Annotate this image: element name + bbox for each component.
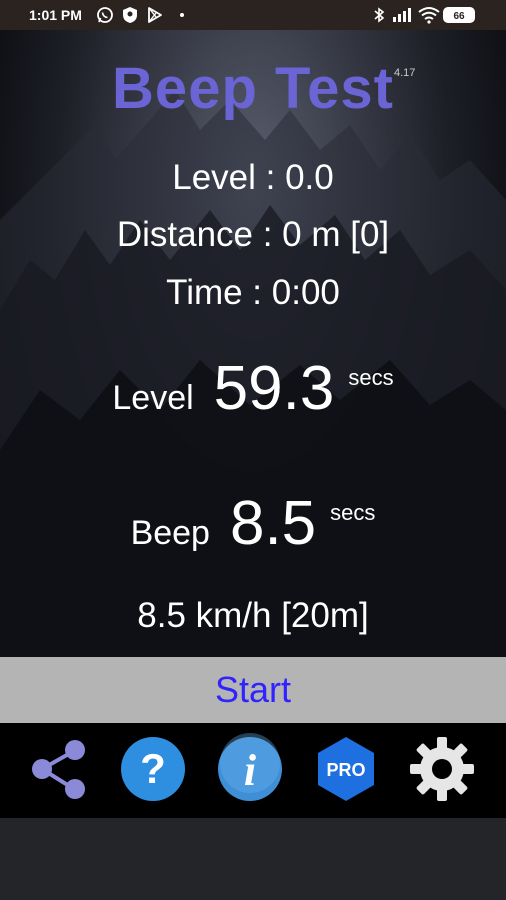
- beep-timer: Beep 8.5 secs: [0, 488, 506, 559]
- notification-dot-icon: [180, 13, 184, 17]
- app-main: Beep Test 4.17 Level : 0.0 Distance : 0 …: [0, 30, 506, 657]
- shield-icon: [123, 7, 137, 23]
- mountain-background: [0, 90, 506, 657]
- bottom-empty-area: [0, 818, 506, 900]
- settings-icon[interactable]: [406, 733, 478, 805]
- level-stat: Level : 0.0: [172, 158, 334, 197]
- status-time: 1:01 PM: [29, 7, 82, 23]
- level-timer-unit: secs: [348, 365, 394, 390]
- pro-label: PRO: [326, 760, 365, 780]
- svg-text:i: i: [244, 746, 257, 795]
- beep-timer-label: Beep: [130, 514, 210, 552]
- bluetooth-icon: [374, 7, 385, 23]
- bottom-toolbar: ? i PRO: [0, 723, 506, 818]
- info-icon[interactable]: i: [214, 733, 286, 805]
- share-icon[interactable]: [22, 733, 94, 805]
- whatsapp-icon: [97, 7, 113, 23]
- app-title: Beep Test: [112, 56, 394, 121]
- beep-timer-value: 8.5: [229, 489, 317, 558]
- status-bar: 1:01 PM 66: [0, 0, 506, 30]
- version-label: 4.17: [394, 67, 416, 79]
- pro-icon[interactable]: PRO: [310, 733, 382, 805]
- play-store-icon: [148, 7, 162, 23]
- speed-readout: 8.5 km/h [20m]: [137, 596, 369, 635]
- level-timer: Level 59.3 secs: [0, 353, 506, 424]
- start-button[interactable]: Start: [0, 657, 506, 723]
- level-timer-value: 59.3: [213, 354, 335, 423]
- time-stat: Time : 0:00: [166, 273, 340, 312]
- help-icon[interactable]: ?: [117, 733, 189, 805]
- beep-timer-unit: secs: [330, 500, 376, 525]
- battery-indicator: 66: [443, 7, 475, 23]
- wifi-icon: [418, 7, 440, 24]
- level-timer-label: Level: [112, 379, 194, 417]
- svg-text:?: ?: [140, 745, 166, 792]
- distance-stat: Distance : 0 m [0]: [116, 215, 390, 254]
- signal-icon: [393, 8, 411, 22]
